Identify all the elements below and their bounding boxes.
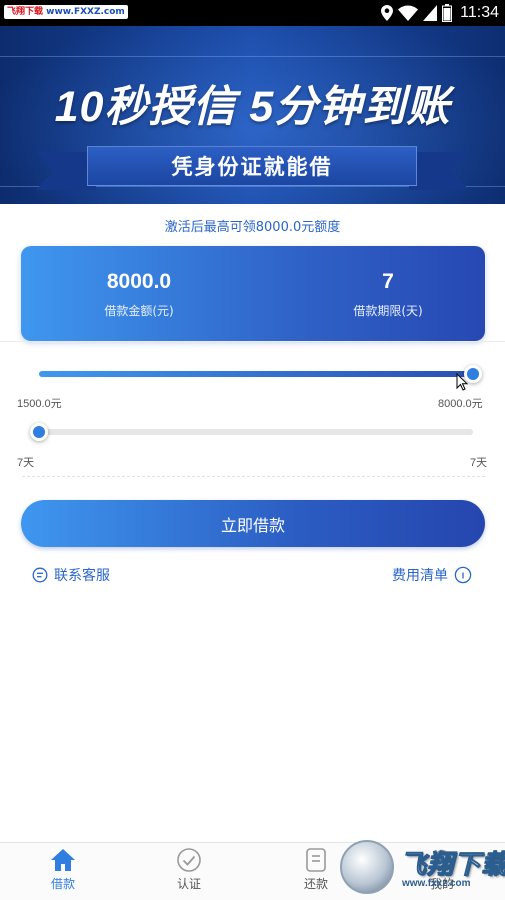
banner-ribbon: 凭身份证就能借	[87, 146, 417, 186]
loan-term-label: 借款期限(天)	[353, 304, 423, 318]
watermark-logo-icon	[340, 840, 394, 894]
loan-summary-card: 8000.0 借款金额(元) 7 借款期限(天)	[21, 246, 485, 341]
info-circle-icon	[454, 566, 472, 584]
clock: 11:34	[460, 4, 499, 21]
loan-term-value: 7	[382, 270, 394, 293]
customer-service-label: 联系客服	[54, 568, 110, 584]
customer-service-link[interactable]: 联系客服	[32, 565, 110, 585]
loan-amount-value: 8000.0	[106, 270, 172, 293]
site-tag-url: www.FXXZ.com	[46, 7, 125, 17]
fee-list-link[interactable]: 费用清单	[392, 565, 472, 585]
term-max-label: 7天	[470, 457, 488, 469]
location-icon	[381, 5, 394, 21]
amount-slider[interactable]	[39, 371, 473, 377]
amount-slider-fill	[39, 371, 473, 377]
promo-banner[interactable]: 10秒授信 5分钟到账 凭身份证就能借	[0, 26, 505, 204]
borrow-now-button[interactable]: 立即借款	[21, 500, 485, 547]
loan-amount-label: 借款金额(元)	[104, 304, 174, 318]
credit-limit-tip: 激活后最高可领8000.0元额度	[164, 220, 341, 235]
amount-min-label: 1500.0元	[17, 398, 62, 410]
watermark-url: www.fxxz.com	[402, 878, 471, 889]
nav-item-borrow[interactable]: 借款	[23, 847, 103, 892]
site-tag-brand: 飞翔下载	[7, 7, 44, 17]
nav-label-verify: 认证	[176, 877, 201, 891]
loan-amount: 8000.0 借款金额(元)	[39, 246, 239, 319]
battery-icon	[442, 4, 453, 22]
site-tag: 飞翔下载 www.FXXZ.com	[4, 5, 128, 19]
banner-decor-line	[0, 56, 505, 57]
signal-icon	[423, 5, 438, 21]
loan-term: 7 借款期限(天)	[288, 246, 488, 319]
watermark-brand: 飞翔下载	[399, 850, 505, 881]
nav-label-borrow: 借款	[50, 877, 75, 891]
wallet-icon	[306, 848, 326, 872]
nav-item-verify[interactable]: 认证	[149, 847, 229, 892]
banner-headline: 10秒授信 5分钟到账	[54, 83, 451, 131]
check-circle-icon	[177, 848, 201, 872]
mouse-cursor-icon	[456, 373, 468, 391]
amount-max-label: 8000.0元	[438, 398, 483, 410]
divider	[0, 341, 505, 342]
term-min-label: 7天	[17, 457, 35, 469]
fee-list-label: 费用清单	[392, 568, 448, 584]
dashed-divider	[22, 476, 485, 477]
status-icons: 11:34	[381, 3, 499, 23]
site-watermark: 飞翔下载 www.fxxz.com	[340, 840, 505, 896]
home-icon	[51, 849, 75, 871]
term-slider[interactable]	[39, 429, 473, 435]
chat-icon	[32, 567, 48, 583]
status-bar: 飞翔下载 www.FXXZ.com 11:34	[0, 0, 505, 26]
term-slider-thumb[interactable]	[30, 423, 48, 441]
wifi-icon	[398, 5, 419, 21]
